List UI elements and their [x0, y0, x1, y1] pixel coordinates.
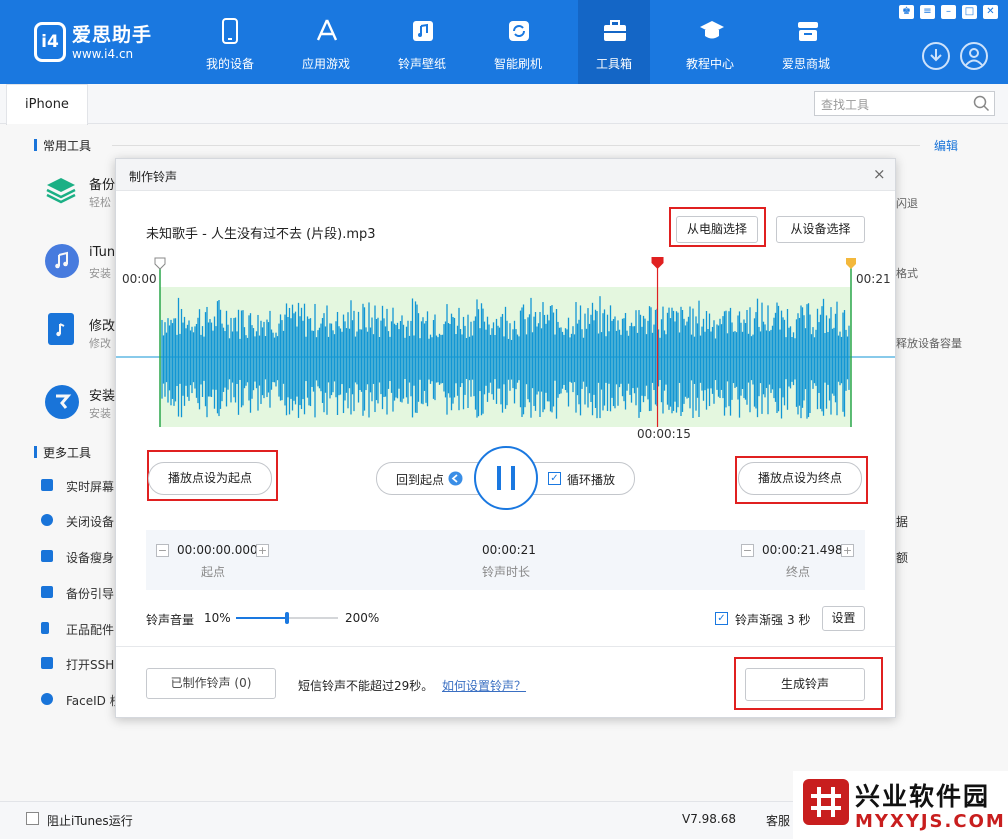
start-label: 起点 [201, 565, 226, 579]
nav-my-device[interactable]: 我的设备 [182, 0, 278, 84]
set-end-button[interactable]: 播放点设为终点 [738, 462, 862, 495]
dialog-close-icon[interactable]: × [873, 165, 886, 183]
volume-label: 铃声音量 [146, 613, 195, 627]
download-icon[interactable] [922, 42, 950, 70]
duration: 00:00:21 [482, 543, 536, 557]
set-start-button[interactable]: 播放点设为起点 [148, 462, 272, 495]
nav-label: 教程中心 [685, 57, 734, 71]
nav-label: 爱思商城 [781, 57, 830, 71]
watermark-logo-icon [803, 779, 849, 825]
end-label: 终点 [786, 565, 811, 579]
dialog-title: 制作铃声 [129, 170, 178, 184]
tab-iphone[interactable]: iPhone [6, 84, 88, 125]
fade-settings-button[interactable]: 设置 [822, 606, 865, 631]
end-plus-button[interactable]: + [841, 544, 854, 557]
duration-label: 铃声时长 [482, 565, 531, 579]
ringtone-dialog: 制作铃声 × 未知歌手 - 人生没有过不去 (片段).mp3 从电脑选择 从设备… [115, 158, 896, 718]
generate-button[interactable]: 生成铃声 [745, 668, 865, 701]
nav-label: 铃声壁纸 [397, 57, 446, 71]
volume-min: 10% [204, 611, 231, 625]
app-site: www.i4.cn [72, 47, 134, 61]
file-name: 未知歌手 - 人生没有过不去 (片段).mp3 [146, 227, 376, 242]
volume-slider[interactable] [236, 612, 338, 624]
loop-checkbox[interactable]: ✓ [548, 472, 561, 485]
watermark: 兴业软件园 MYXYJS.COM [793, 771, 1008, 839]
nav-label: 工具箱 [595, 57, 632, 71]
version: V7.98.68 [682, 812, 737, 826]
made-ringtones-button[interactable]: 已制作铃声 (0) [146, 668, 276, 699]
from-device-button[interactable]: 从设备选择 [776, 216, 865, 243]
nav-apps[interactable]: 应用游戏 [278, 0, 374, 84]
fade-label: 铃声渐强 [735, 613, 784, 627]
nav-label: 我的设备 [205, 57, 254, 71]
itunes-block-label: 阻止iTunes运行 [47, 814, 133, 828]
start-minus-button[interactable]: − [156, 544, 169, 557]
maximize-icon[interactable]: □ [962, 5, 977, 19]
nav-label: 应用游戏 [301, 57, 350, 71]
nav-toolbox[interactable]: 工具箱 [578, 0, 650, 84]
phone-icon [222, 18, 238, 44]
watermark-url: MYXYJS.COM [855, 811, 1006, 832]
dialog-titlebar: 制作铃声 × [116, 159, 895, 191]
volume-max: 200% [345, 611, 380, 625]
toolbox-icon [604, 20, 626, 41]
minimize-icon[interactable]: – [941, 5, 956, 19]
logo-icon: i4 [34, 22, 66, 62]
volume-handle[interactable] [285, 612, 289, 624]
playhead-time: 00:00:15 [637, 427, 691, 441]
service-link[interactable]: 客服 [766, 812, 790, 829]
fade-checkbox[interactable]: ✓ [715, 612, 728, 625]
shirt-icon[interactable]: ♚ [899, 5, 914, 19]
search-input[interactable]: 查找工具 [814, 91, 995, 116]
menu-icon[interactable]: ≡ [920, 5, 935, 19]
back-arrow-icon[interactable] [448, 471, 463, 486]
loop-label: 循环播放 [567, 473, 616, 487]
howto-link[interactable]: 如何设置铃声？ [442, 677, 526, 694]
search-icon[interactable] [973, 95, 990, 112]
volume-fill [236, 617, 287, 619]
end-marker-icon[interactable] [846, 258, 856, 269]
nav-label: 智能刷机 [493, 57, 542, 71]
fade-value: 3 秒 [787, 613, 811, 627]
back-to-start-label[interactable]: 回到起点 [396, 471, 444, 488]
graduation-cap-icon [700, 21, 724, 39]
start-plus-button[interactable]: + [256, 544, 269, 557]
itunes-block-checkbox[interactable] [26, 812, 39, 825]
nav-tutorials[interactable]: 教程中心 [662, 0, 758, 84]
user-icon[interactable] [960, 42, 988, 70]
start-time[interactable]: 00:00:00.000 [177, 543, 258, 557]
appstore-icon [316, 19, 338, 41]
end-minus-button[interactable]: − [741, 544, 754, 557]
waveform[interactable] [116, 255, 895, 441]
end-time[interactable]: 00:00:21.498 [762, 543, 843, 557]
divider [116, 646, 895, 647]
watermark-text: 兴业软件园 [855, 782, 991, 811]
store-icon [798, 22, 818, 41]
music-icon [413, 21, 433, 41]
sms-note: 短信铃声不能超过29秒。 [298, 679, 434, 693]
app-brand: 爱思助手 [72, 24, 153, 46]
nav-store[interactable]: 爱思商城 [758, 0, 854, 84]
playhead-marker-icon[interactable] [651, 257, 664, 269]
from-pc-button[interactable]: 从电脑选择 [676, 216, 758, 243]
start-marker-icon[interactable] [154, 257, 166, 270]
time-panel [146, 530, 865, 590]
refresh-icon [509, 21, 529, 41]
close-icon[interactable]: ✕ [983, 5, 998, 19]
pause-icon [497, 466, 515, 490]
nav-ringtones[interactable]: 铃声壁纸 [374, 0, 470, 84]
search-placeholder: 查找工具 [821, 98, 870, 112]
pause-button[interactable] [474, 446, 538, 510]
nav-flash[interactable]: 智能刷机 [470, 0, 566, 84]
